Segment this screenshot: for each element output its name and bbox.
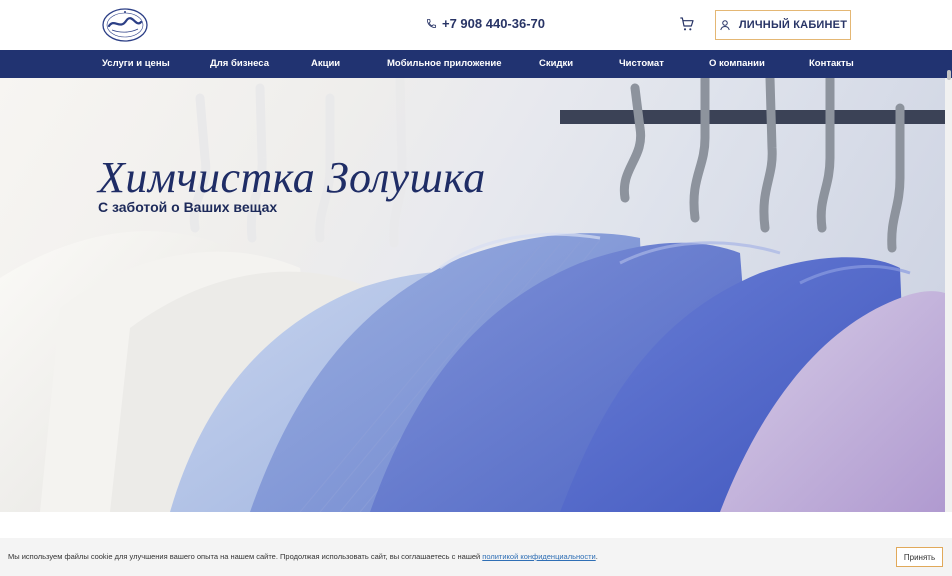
nav-item-services[interactable]: Услуги и цены	[102, 50, 170, 78]
cookie-message: Мы используем файлы cookie для улучшения…	[8, 552, 483, 561]
personal-cabinet-label: ЛИЧНЫЙ КАБИНЕТ	[738, 19, 848, 31]
site-header: +7 908 440-36-70 ЛИЧНЫЙ КАБИНЕТ	[0, 0, 952, 50]
phone-number: +7 908 440-36-70	[442, 16, 546, 31]
cookie-text: Мы используем файлы cookie для улучшения…	[8, 552, 598, 561]
cookie-banner: Мы используем файлы cookie для улучшения…	[0, 538, 952, 576]
hero-banner: Химчистка Золушка С заботой о Ваших веща…	[0, 78, 945, 512]
zolushka-logo-icon[interactable]	[100, 6, 150, 44]
personal-cabinet-button[interactable]: ЛИЧНЫЙ КАБИНЕТ	[715, 10, 851, 40]
cookie-text-end: .	[595, 552, 598, 561]
header-phone[interactable]: +7 908 440-36-70	[426, 16, 545, 31]
nav-item-business[interactable]: Для бизнеса	[210, 50, 269, 78]
hero-subtitle: С заботой о Ваших вещах	[98, 199, 278, 215]
nav-item-promotions[interactable]: Акции	[311, 50, 340, 78]
cart-icon[interactable]	[679, 16, 695, 32]
scrollbar-thumb[interactable]	[947, 70, 951, 80]
nav-item-contacts[interactable]: Контакты	[809, 50, 854, 78]
main-nav: Услуги и цены Для бизнеса Акции Мобильно…	[0, 50, 952, 78]
page-scrollbar[interactable]	[945, 78, 952, 512]
hero-title: Химчистка Золушка	[98, 153, 486, 202]
user-icon	[720, 20, 730, 31]
privacy-policy-link[interactable]: политикой конфиденциальности	[482, 552, 595, 561]
nav-item-mobile-app[interactable]: Мобильное приложение	[387, 50, 502, 78]
cookie-accept-button[interactable]: Принять	[896, 547, 943, 567]
nav-item-discounts[interactable]: Скидки	[539, 50, 573, 78]
phone-icon	[426, 18, 437, 29]
nav-item-about[interactable]: О компании	[709, 50, 765, 78]
nav-item-chistomat[interactable]: Чистомат	[619, 50, 664, 78]
hero-shirts-image	[0, 78, 945, 512]
